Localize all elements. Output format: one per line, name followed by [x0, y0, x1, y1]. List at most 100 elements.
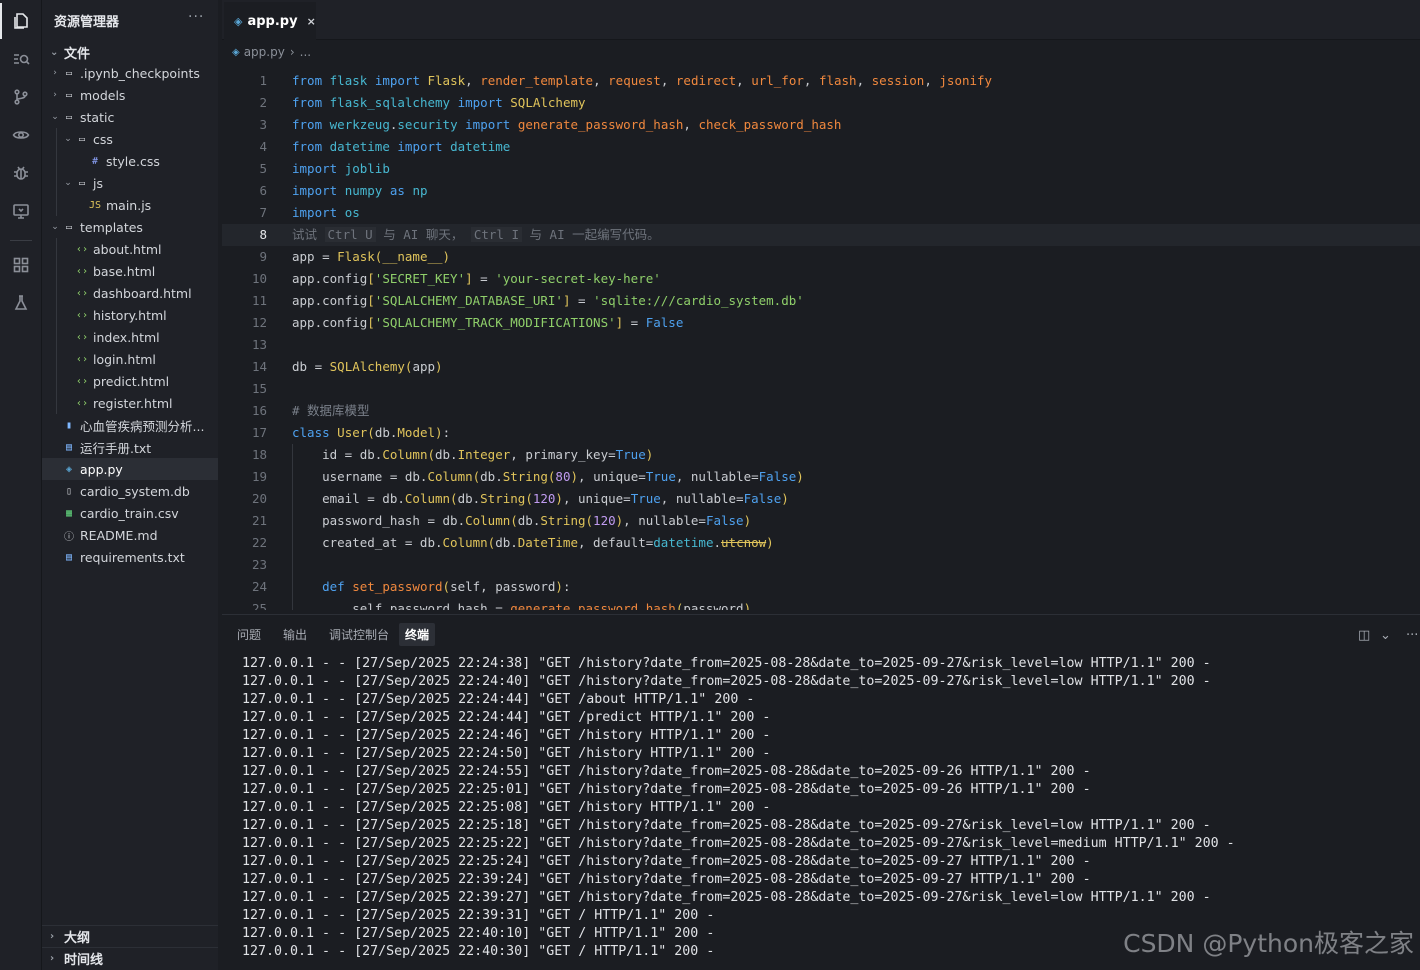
py-file-icon: ◈ [65, 463, 73, 475]
flask-test-icon[interactable] [9, 291, 33, 315]
code-line[interactable]: 24 def set_password(self, password): [222, 576, 1420, 598]
txt-file-icon: ▤ [65, 441, 73, 453]
tree-item[interactable]: ‹› register.html [42, 392, 218, 414]
terminal-line: 127.0.0.1 - - [27/Sep/2025 22:24:44] "GE… [242, 692, 755, 707]
extensions-icon[interactable] [9, 253, 33, 277]
code-line[interactable]: 16 # 数据库模型 [222, 400, 1420, 422]
tree-item[interactable]: ‹› dashboard.html [42, 282, 218, 304]
code-line[interactable]: 25 self.password_hash = generate_passwor… [222, 598, 1420, 610]
code-line[interactable]: 13 [222, 334, 1420, 356]
panel-tab[interactable]: 终端 [399, 623, 436, 646]
tree-item-label: index.html [93, 329, 160, 345]
code-line[interactable]: 5 import joblib [222, 158, 1420, 180]
timeline-section-header[interactable]: › 时间线 [50, 949, 103, 968]
files-section-header[interactable]: ⌄ 文件 [50, 43, 90, 62]
terminal-output[interactable]: 127.0.0.1 - - [27/Sep/2025 22:24:38] "GE… [242, 655, 1412, 965]
code-line[interactable]: 10 app.config['SECRET_KEY'] = 'your-secre… [222, 268, 1420, 290]
tree-item[interactable]: JS main.js [42, 194, 218, 216]
breadcrumb-more[interactable]: ... [300, 45, 311, 59]
code-line[interactable]: 2 from flask_sqlalchemy import SQLAlchemy [222, 92, 1420, 114]
code-line[interactable]: 23 [222, 554, 1420, 576]
source-control-icon[interactable] [9, 85, 33, 109]
tree-item[interactable]: ‹› history.html [42, 304, 218, 326]
tab-app-py[interactable]: ◈ app.py × [224, 2, 316, 40]
panel-tab[interactable]: 问题 [237, 626, 261, 643]
tree-item[interactable]: ‹› about.html [42, 238, 218, 260]
code-line[interactable]: 8 试试 Ctrl U 与 AI 聊天， Ctrl I 与 AI 一起编写代码。 [222, 224, 1420, 246]
outline-section-header[interactable]: › 大纲 [50, 927, 90, 946]
panel-more-icon[interactable]: ··· [1406, 628, 1418, 643]
tree-item[interactable]: ⌄ ▭ templates [42, 216, 218, 238]
code-line[interactable]: 18 id = db.Column(db.Integer, primary_ke… [222, 444, 1420, 466]
tree-item[interactable]: ▮ 心血管疾病预测分析... [42, 414, 218, 436]
chevron-down-icon: ⌄ [51, 222, 59, 232]
tree-item[interactable]: › ▭ models [42, 84, 218, 106]
line-number: 9 [259, 249, 267, 264]
code-line[interactable]: 21 password_hash = db.Column(db.String(1… [222, 510, 1420, 532]
code-line[interactable]: 1 from flask import Flask, render_templat… [222, 70, 1420, 92]
explorer-more-icon[interactable]: ··· [188, 9, 204, 25]
code-line[interactable]: 17 class User(db.Model): [222, 422, 1420, 444]
files-icon[interactable] [0, 3, 33, 39]
line-number: 17 [251, 425, 267, 440]
breadcrumb-file[interactable]: app.py [244, 45, 285, 59]
code-text: def set_password(self, password): [322, 579, 571, 594]
tree-item-label: static [80, 109, 115, 125]
tree-item[interactable]: ‹› predict.html [42, 370, 218, 392]
tree-item[interactable]: ▤ requirements.txt [42, 546, 218, 568]
html-file-icon: ‹› [75, 397, 89, 409]
terminal-line: 127.0.0.1 - - [27/Sep/2025 22:25:22] "GE… [242, 836, 1235, 851]
code-line[interactable]: 3 from werkzeug.security import generate_… [222, 114, 1420, 136]
code-line[interactable]: 11 app.config['SQLALCHEMY_DATABASE_URI'] … [222, 290, 1420, 312]
tree-item[interactable]: ‹› index.html [42, 326, 218, 348]
chevron-right-icon: › [53, 90, 57, 100]
code-line[interactable]: 19 username = db.Column(db.String(80), u… [222, 466, 1420, 488]
python-file-icon: ◈ [232, 46, 240, 58]
terminal-line: 127.0.0.1 - - [27/Sep/2025 22:39:24] "GE… [242, 872, 1091, 887]
line-number: 25 [251, 601, 267, 610]
tree-item[interactable]: › ▭ .ipynb_checkpoints [42, 62, 218, 84]
panel-tab[interactable]: 调试控制台 [329, 626, 389, 643]
tree-item[interactable]: ‹› login.html [42, 348, 218, 370]
tree-item[interactable]: ⌄ ▭ js [42, 172, 218, 194]
tree-item[interactable]: ▦ cardio_train.csv [42, 502, 218, 524]
tree-item[interactable]: # style.css [42, 150, 218, 172]
code-line[interactable]: 7 import os [222, 202, 1420, 224]
folder-icon: ▭ [65, 89, 73, 101]
tree-item[interactable]: ‹› base.html [42, 260, 218, 282]
tree-item-label: templates [80, 219, 143, 235]
code-line[interactable]: 14 db = SQLAlchemy(app) [222, 356, 1420, 378]
code-editor[interactable]: 1 from flask import Flask, render_templat… [222, 70, 1420, 610]
tree-item[interactable]: ⌄ ▭ static [42, 106, 218, 128]
tree-item-label: base.html [93, 263, 156, 279]
tree-item[interactable]: ◈ app.py [42, 458, 218, 480]
chevron-down-icon[interactable]: ⌄ [1380, 628, 1391, 643]
debug-icon[interactable] [9, 161, 33, 185]
code-line[interactable]: 15 [222, 378, 1420, 400]
close-icon[interactable]: × [307, 15, 316, 28]
code-line[interactable]: 4 from datetime import datetime [222, 136, 1420, 158]
code-text: created_at = db.Column(db.DateTime, defa… [292, 535, 774, 550]
tree-item[interactable]: ⓘ README.md [42, 524, 218, 546]
folder-icon: ▭ [65, 111, 73, 123]
panel-tab[interactable]: 输出 [283, 626, 307, 643]
python-file-icon: ◈ [234, 14, 243, 28]
outline-section-label: 大纲 [64, 931, 91, 946]
tree-item[interactable]: ⌄ ▭ css [42, 128, 218, 150]
code-line[interactable]: 20 email = db.Column(db.String(120), uni… [222, 488, 1420, 510]
chevron-down-icon: ⌄ [64, 134, 72, 144]
search-icon[interactable] [9, 47, 33, 71]
code-line[interactable]: 9 app = Flask(__name__) [222, 246, 1420, 268]
code-line[interactable]: 22 created_at = db.Column(db.DateTime, d… [222, 532, 1420, 554]
code-line[interactable]: 12 app.config['SQLALCHEMY_TRACK_MODIFICAT… [222, 312, 1420, 334]
remote-monitor-icon[interactable] [9, 199, 33, 223]
line-number: 15 [251, 381, 267, 396]
tree-item[interactable]: ▯ cardio_system.db [42, 480, 218, 502]
tree-item[interactable]: ▤ 运行手册.txt [42, 436, 218, 458]
tree-item-label: css [93, 131, 113, 147]
preview-eye-icon[interactable] [9, 123, 33, 147]
split-layout-icon[interactable]: ◫ [1358, 628, 1370, 643]
code-line[interactable]: 6 import numpy as np [222, 180, 1420, 202]
html-file-icon: ‹› [75, 353, 89, 365]
indent-guide [56, 238, 57, 414]
